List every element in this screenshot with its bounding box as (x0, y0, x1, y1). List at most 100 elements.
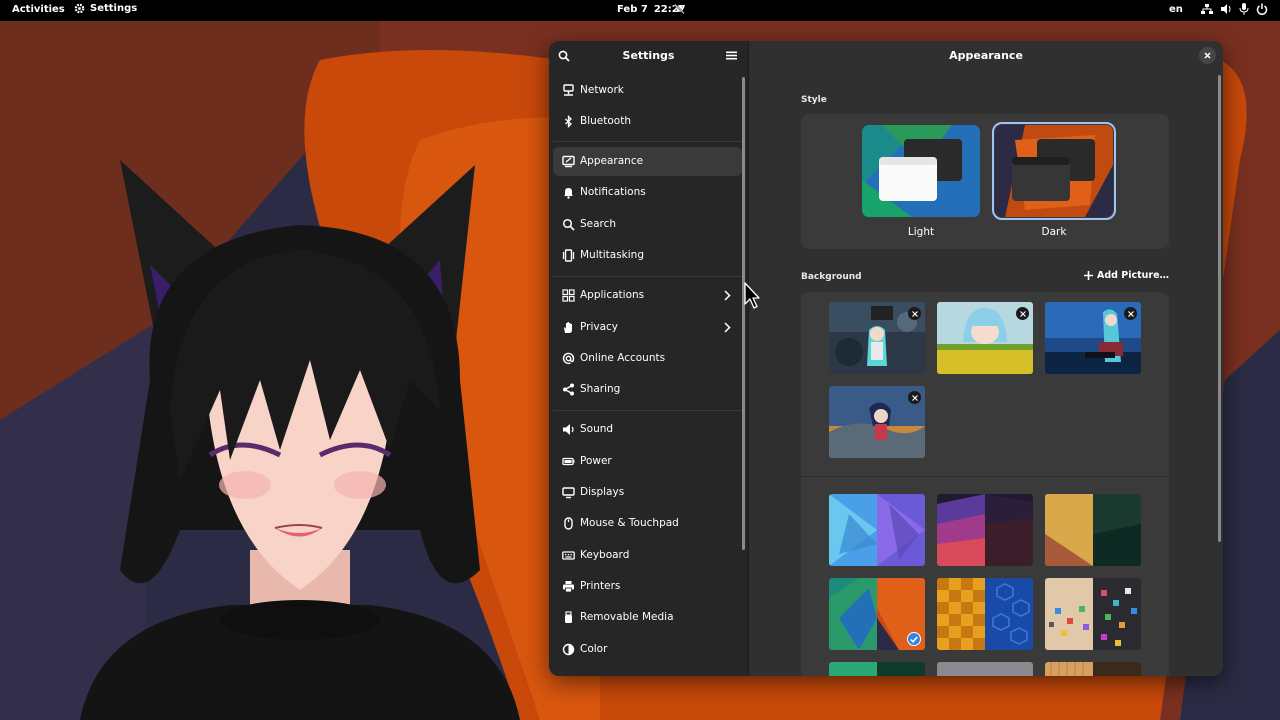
sidebar-item-label: Privacy (580, 321, 619, 333)
color-icon (562, 643, 575, 656)
appearance-panel: Appearance Style Light Dark Background A… (749, 41, 1223, 676)
mouse-icon (564, 517, 573, 530)
sidebar-item-notifications[interactable]: Notifications (553, 178, 742, 207)
sidebar-item-label: Power (580, 455, 612, 467)
sidebar-item-label: Search (580, 218, 617, 230)
hamburger-menu-icon[interactable] (726, 50, 737, 61)
sidebar-item-bluetooth[interactable]: Bluetooth (553, 107, 742, 136)
content-scrollbar[interactable] (1218, 75, 1221, 542)
sidebar-item-keyboard[interactable]: Keyboard (553, 541, 742, 570)
sidebar-item-displays[interactable]: Displays (553, 478, 742, 507)
add-picture-button[interactable]: Add Picture… (1084, 270, 1169, 281)
sidebar-item-label: Sharing (580, 383, 621, 395)
purple-waves-wallpaper (937, 494, 1033, 566)
close-icon (911, 394, 918, 401)
grid-icon (562, 289, 575, 302)
sidebar-item-label: Applications (580, 289, 645, 301)
sidebar-scrollbar[interactable] (742, 77, 745, 550)
sidebar-item-sound[interactable]: Sound (553, 415, 742, 444)
top-bar: Activities Settings Feb 7 22:27 en (0, 0, 1280, 21)
power-icon (1256, 3, 1268, 15)
close-icon (1127, 310, 1134, 317)
icons-pattern-wallpaper (1045, 578, 1141, 650)
app-menu-button[interactable]: Settings (74, 3, 137, 14)
sidebar-item-network[interactable]: Network (553, 76, 742, 105)
wallpaper-thumbnail[interactable] (937, 494, 1033, 566)
add-picture-label: Add Picture… (1097, 270, 1170, 281)
sidebar-item-label: Removable Media (580, 611, 674, 623)
clock-date: Feb 7 (617, 4, 648, 15)
system-status-area[interactable] (1201, 3, 1268, 15)
sidebar-item-label: Printers (580, 580, 621, 592)
close-button[interactable] (1199, 47, 1216, 64)
wallpaper-thumbnail[interactable] (937, 662, 1033, 676)
sidebar-item-label: Notifications (580, 186, 646, 198)
sidebar-item-search[interactable]: Search (553, 210, 742, 239)
share-icon (563, 383, 574, 396)
network-wired-icon (1201, 4, 1213, 14)
sidebar-item-label: Sound (580, 423, 614, 435)
wallpaper-thumbnail[interactable] (829, 494, 925, 566)
remove-picture-button[interactable] (1124, 307, 1137, 320)
bluetooth-icon (565, 115, 572, 128)
remove-picture-button[interactable] (908, 307, 921, 320)
sidebar-item-label: Keyboard (580, 549, 630, 561)
sidebar-item-privacy[interactable]: Privacy (553, 313, 742, 342)
bell-icon (564, 188, 573, 199)
sidebar-item-mouse-touchpad[interactable]: Mouse & Touchpad (553, 509, 742, 538)
settings-window: Settings Network Bluetooth Appearance No… (549, 41, 1223, 676)
style-option-label: Light (907, 226, 935, 238)
background-section-label: Background (801, 272, 862, 282)
wallpaper-thumbnail[interactable] (937, 578, 1033, 650)
activities-button[interactable]: Activities (12, 4, 65, 15)
sidebar-separator (553, 410, 744, 411)
sidebar-item-label: Mouse & Touchpad (580, 517, 679, 529)
sidebar-item-label: Network (580, 84, 624, 96)
grey-wallpaper (937, 662, 1033, 676)
style-selector: Light Dark (801, 114, 1169, 249)
remove-picture-button[interactable] (908, 391, 921, 404)
style-option-dark[interactable] (992, 122, 1116, 220)
streamer-avatar (80, 160, 520, 720)
sidebar: Settings Network Bluetooth Appearance No… (549, 41, 748, 676)
volume-icon (1221, 4, 1231, 14)
sidebar-item-label: Multitasking (580, 249, 645, 261)
printer-icon (563, 581, 574, 593)
search-icon (562, 218, 575, 231)
sidebar-item-label: Color (580, 643, 608, 655)
sidebar-item-printers[interactable]: Printers (553, 572, 742, 601)
style-option-label: Dark (1041, 226, 1067, 238)
speaker-icon (563, 424, 574, 435)
sidebar-item-appearance[interactable]: Appearance (553, 147, 742, 176)
sidebar-item-power[interactable]: Power (553, 447, 742, 476)
chevron-right-icon (724, 322, 731, 333)
at-icon (562, 352, 575, 365)
background-gallery (801, 292, 1169, 676)
sidebar-header: Settings (549, 41, 748, 71)
wallpaper-thumbnail[interactable] (1045, 662, 1141, 676)
sidebar-item-label: Online Accounts (580, 352, 666, 364)
chevron-right-icon (724, 290, 731, 301)
sidebar-item-label: Displays (580, 486, 625, 498)
wallpaper-thumbnail[interactable] (829, 662, 925, 676)
sidebar-title: Settings (622, 49, 675, 62)
sidebar-item-color[interactable]: Color (553, 635, 742, 664)
sidebar-item-removable-media[interactable]: Removable Media (553, 603, 742, 632)
wallpaper-thumbnail[interactable] (1045, 578, 1141, 650)
blue-triangles-wallpaper (829, 494, 925, 566)
sidebar-item-applications[interactable]: Applications (553, 281, 742, 310)
mouse-cursor-icon (744, 282, 760, 309)
close-icon (911, 310, 918, 317)
style-option-light[interactable] (862, 125, 980, 217)
sidebar-item-sharing[interactable]: Sharing (553, 375, 742, 404)
input-language-indicator[interactable]: en (1169, 4, 1183, 15)
close-icon (1019, 310, 1026, 317)
sidebar-item-online-accounts[interactable]: Online Accounts (553, 344, 742, 373)
wallpaper-thumbnail[interactable] (1045, 494, 1141, 566)
page-title: Appearance (949, 49, 1023, 62)
remove-picture-button[interactable] (1016, 307, 1029, 320)
sidebar-item-label: Appearance (580, 155, 644, 167)
sidebar-separator (553, 276, 744, 277)
sidebar-separator (553, 141, 744, 142)
sidebar-item-multitasking[interactable]: Multitasking (553, 241, 742, 270)
